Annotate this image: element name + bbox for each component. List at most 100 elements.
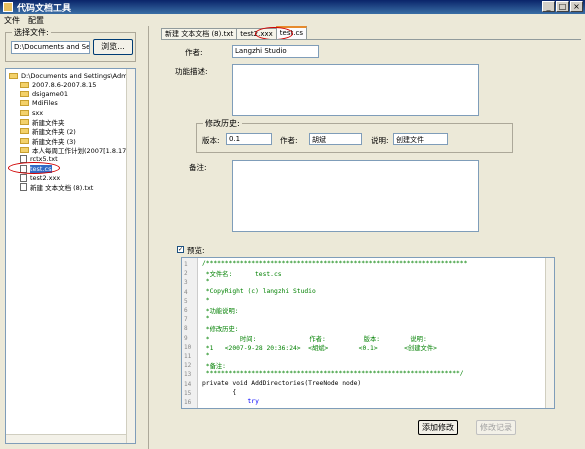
tree-item[interactable]: 本人每周工作计划(2007[1.8.17-2007 [20, 145, 136, 155]
menu-settings[interactable]: 配置 [28, 15, 44, 26]
code-line: try [202, 398, 259, 405]
browse-button[interactable]: 浏览... [93, 39, 133, 55]
minimize-button[interactable]: _ [542, 1, 555, 12]
code-line: *修改历史: [202, 326, 239, 334]
folder-icon [20, 119, 29, 125]
line-number: 16 [184, 399, 192, 406]
path-input[interactable]: D:\Documents and Settings [11, 41, 90, 54]
tree-item[interactable]: MdiFiles [20, 99, 58, 108]
description-textarea[interactable] [232, 64, 479, 116]
app-window: 代码文档工具 _ □ × 文件 配置 选择文件: D:\Documents an… [0, 0, 585, 449]
tree-item-label: MdiFiles [32, 99, 58, 108]
tree-item[interactable]: sxx [20, 108, 43, 117]
line-number: 12 [184, 362, 192, 370]
line-number: 11 [184, 353, 192, 360]
file-icon [20, 183, 27, 192]
tree-horizontal-scrollbar[interactable] [6, 434, 126, 443]
tree-item-label: 新建 文本文档 (8).txt [30, 184, 94, 193]
tree-item[interactable]: D:\Documents and Settings\Administrat [9, 71, 135, 80]
tree-item[interactable]: 新建文件夹 (2) [20, 127, 76, 136]
window-title: 代码文档工具 [17, 3, 72, 14]
right-panel: 新建 文本文档 (8).txt test2.xxx test.cs 作者: La… [158, 26, 585, 449]
version-label: 版本: [202, 136, 220, 145]
folder-icon [20, 137, 29, 144]
folder-icon [20, 91, 29, 98]
select-file-label: 选择文件: [12, 27, 51, 38]
add-modify-button[interactable]: 添加修改 [418, 420, 458, 435]
code-line: *备注: [202, 363, 226, 371]
tree-item[interactable]: test.cs [8, 162, 60, 174]
folder-icon [20, 109, 29, 116]
history-author-label: 作者: [280, 136, 298, 145]
line-number: 3 [184, 279, 188, 287]
code-line: /***************************************… [202, 260, 468, 267]
history-group-label: 修改历史: [203, 118, 242, 129]
version-input[interactable]: 0.1 [226, 133, 272, 145]
tab-page: 作者: Langzhi Studio 功能描述: 修改历史: 版本: 0.1 作… [161, 39, 581, 439]
code-line: private void AddDirectories(TreeNode nod… [202, 379, 362, 387]
code-line: *CopyRight (c) langzhi Studio [202, 287, 316, 295]
menu-bar: 文件 配置 [0, 14, 585, 26]
line-number: 10 [184, 343, 192, 351]
tree-item[interactable]: dsigame01 [20, 90, 68, 99]
history-author-input[interactable]: 胡斌 [309, 133, 362, 145]
select-file-group: 选择文件: D:\Documents and Settings 浏览... [5, 27, 136, 62]
line-number: 13 [184, 371, 192, 379]
code-line: *文件名: test.cs [202, 271, 282, 279]
tree-item[interactable]: 2007.8.6-2007.8.15 [20, 80, 96, 89]
menu-file[interactable]: 文件 [4, 15, 20, 26]
line-number: 8 [184, 325, 188, 333]
author-input[interactable]: Langzhi Studio [232, 45, 319, 58]
line-number: 7 [184, 316, 188, 324]
folder-icon [9, 72, 18, 79]
left-panel: 选择文件: D:\Documents and Settings 浏览... D:… [0, 26, 148, 449]
remarks-label: 备注: [189, 163, 207, 172]
history-group: 修改历史: 版本: 0.1 作者: 胡斌 说明: 创建文件 [196, 118, 513, 153]
line-number: 6 [184, 307, 188, 314]
tree-item[interactable]: test2.xxx [20, 173, 60, 182]
maximize-button[interactable]: □ [556, 1, 569, 12]
app-icon [3, 2, 13, 12]
panel-splitter[interactable] [148, 26, 158, 449]
code-line: * [202, 315, 210, 323]
folder-icon [20, 146, 29, 153]
tree-item[interactable]: 新建文件夹 [20, 118, 65, 127]
code-line: * [202, 352, 210, 359]
tree-item-label: D:\Documents and Settings\Administrat [21, 71, 135, 80]
preview-checkbox[interactable]: ✓ [177, 246, 184, 253]
line-number-gutter: 1 2 3 4 5 6 7 8 9 10 11 12 13 14 15 16 [182, 258, 198, 408]
code-line: * [202, 296, 210, 304]
preview-label: 预览: [187, 246, 205, 255]
tree-item[interactable]: 新建文件夹 (3) [20, 136, 76, 146]
line-number: 2 [184, 270, 188, 278]
line-number: 14 [184, 380, 192, 388]
folder-icon [20, 100, 29, 107]
code-line: * [202, 278, 210, 286]
line-number: 4 [184, 288, 188, 296]
folder-tree[interactable]: D:\Documents and Settings\Administrat200… [5, 68, 136, 444]
tree-item-label: sxx [32, 108, 44, 117]
tree-item[interactable]: 新建 文本文档 (8).txt [20, 183, 93, 192]
remarks-textarea[interactable] [232, 160, 479, 232]
folder-icon [20, 81, 29, 88]
code-preview[interactable]: 1 2 3 4 5 6 7 8 9 10 11 12 13 14 15 16 /***************… [181, 257, 555, 409]
note-label: 说明: [371, 136, 389, 145]
tree-item-label: test2.xxx [30, 173, 61, 182]
close-button[interactable]: × [570, 1, 583, 12]
code-line: { [202, 388, 237, 396]
author-label: 作者: [185, 48, 203, 57]
file-icon [20, 173, 27, 182]
line-number: 1 [184, 261, 188, 268]
code-vertical-scrollbar[interactable] [545, 258, 554, 408]
line-number: 15 [184, 389, 192, 397]
note-input[interactable]: 创建文件 [393, 133, 448, 145]
tree-item-label: 本人每周工作计划(2007[1.8.17-2007 [32, 146, 136, 155]
code-line: ****************************************… [202, 370, 464, 378]
tree-item-label: 2007.8.6-2007.8.15 [32, 80, 97, 89]
clear-record-button[interactable]: 修改记录 [476, 420, 516, 435]
tree-vertical-scrollbar[interactable] [126, 69, 135, 443]
line-number: 5 [184, 297, 188, 305]
code-line: *功能说明: [202, 308, 239, 315]
code-line: *1 <2007-9-28 20:36:24> <胡斌> <0.1> <创建文件… [202, 344, 437, 352]
folder-icon [20, 128, 29, 135]
